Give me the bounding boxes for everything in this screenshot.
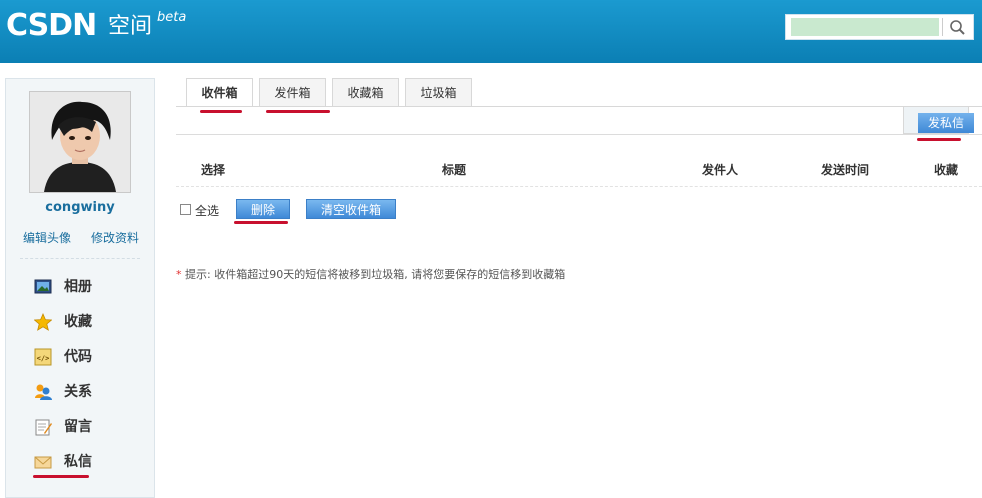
search-icon (950, 20, 965, 35)
csdn-logo[interactable]: CSDN (6, 8, 97, 44)
column-title: 标题 (442, 163, 467, 177)
column-sender: 发件人 (702, 163, 739, 177)
photo-album-icon (34, 279, 52, 294)
search-input[interactable] (791, 18, 939, 36)
delete-button[interactable]: 删除 (236, 199, 290, 219)
tab-favorites-box[interactable]: 收藏箱 (332, 78, 399, 106)
tip-star: * (176, 268, 182, 281)
content-divider (176, 134, 982, 135)
avatar[interactable] (29, 91, 131, 193)
sidebar: congwiny 编辑头像 修改资料 相册 收藏 </> 代码 关系 留言 私信 (5, 78, 155, 498)
sidebar-item-label: 代码 (64, 349, 92, 365)
sidebar-item-label: 留言 (64, 419, 92, 435)
tabs-baseline (176, 106, 982, 107)
tab-outbox[interactable]: 发件箱 (259, 78, 326, 106)
column-sent-time: 发送时间 (821, 163, 870, 177)
avatar-photo (30, 92, 130, 192)
column-favorite: 收藏 (934, 163, 959, 177)
tab-trash[interactable]: 垃圾箱 (405, 78, 472, 106)
username[interactable]: congwiny (6, 200, 154, 215)
search-box (785, 14, 974, 40)
beta-label: beta (157, 10, 187, 25)
annotation-underline (33, 475, 89, 478)
note-icon (35, 419, 52, 436)
tip-text: 提示: 收件箱超过90天的短信将被移到垃圾箱, 请将您要保存的短信移到收藏箱 (185, 268, 566, 281)
code-icon: </> (34, 348, 52, 366)
sidebar-item-label: 私信 (64, 454, 92, 470)
annotation-underline (234, 221, 288, 224)
top-header: CSDN 空间 beta (0, 0, 982, 63)
logo-space-text: 空间 (108, 14, 153, 39)
column-select: 选择 (201, 163, 226, 177)
star-icon (34, 313, 52, 331)
sidebar-divider (20, 258, 140, 259)
search-button[interactable] (946, 17, 970, 37)
table-header-divider (176, 186, 982, 187)
annotation-underline (266, 110, 330, 113)
tab-inbox[interactable]: 收件箱 (186, 78, 253, 107)
envelope-icon (34, 456, 52, 469)
compose-area: 发私信 (903, 106, 974, 134)
search-divider (942, 18, 943, 36)
select-all-label[interactable]: 全选 (195, 202, 219, 219)
sidebar-item-label: 关系 (64, 384, 92, 400)
compose-message-button[interactable]: 发私信 (918, 113, 974, 133)
contacts-icon (35, 384, 52, 400)
svg-text:</>: </> (37, 355, 50, 363)
edit-profile-link[interactable]: 修改资料 (91, 229, 139, 246)
annotation-underline (200, 110, 242, 113)
annotation-underline (917, 138, 961, 141)
sidebar-item-label: 相册 (64, 279, 92, 295)
edit-avatar-link[interactable]: 编辑头像 (23, 229, 71, 246)
inbox-tip: * 提示: 收件箱超过90天的短信将被移到垃圾箱, 请将您要保存的短信移到收藏箱 (176, 266, 565, 282)
select-all-checkbox[interactable] (180, 204, 191, 215)
clear-inbox-button[interactable]: 清空收件箱 (306, 199, 396, 219)
sidebar-item-label: 收藏 (64, 314, 92, 330)
